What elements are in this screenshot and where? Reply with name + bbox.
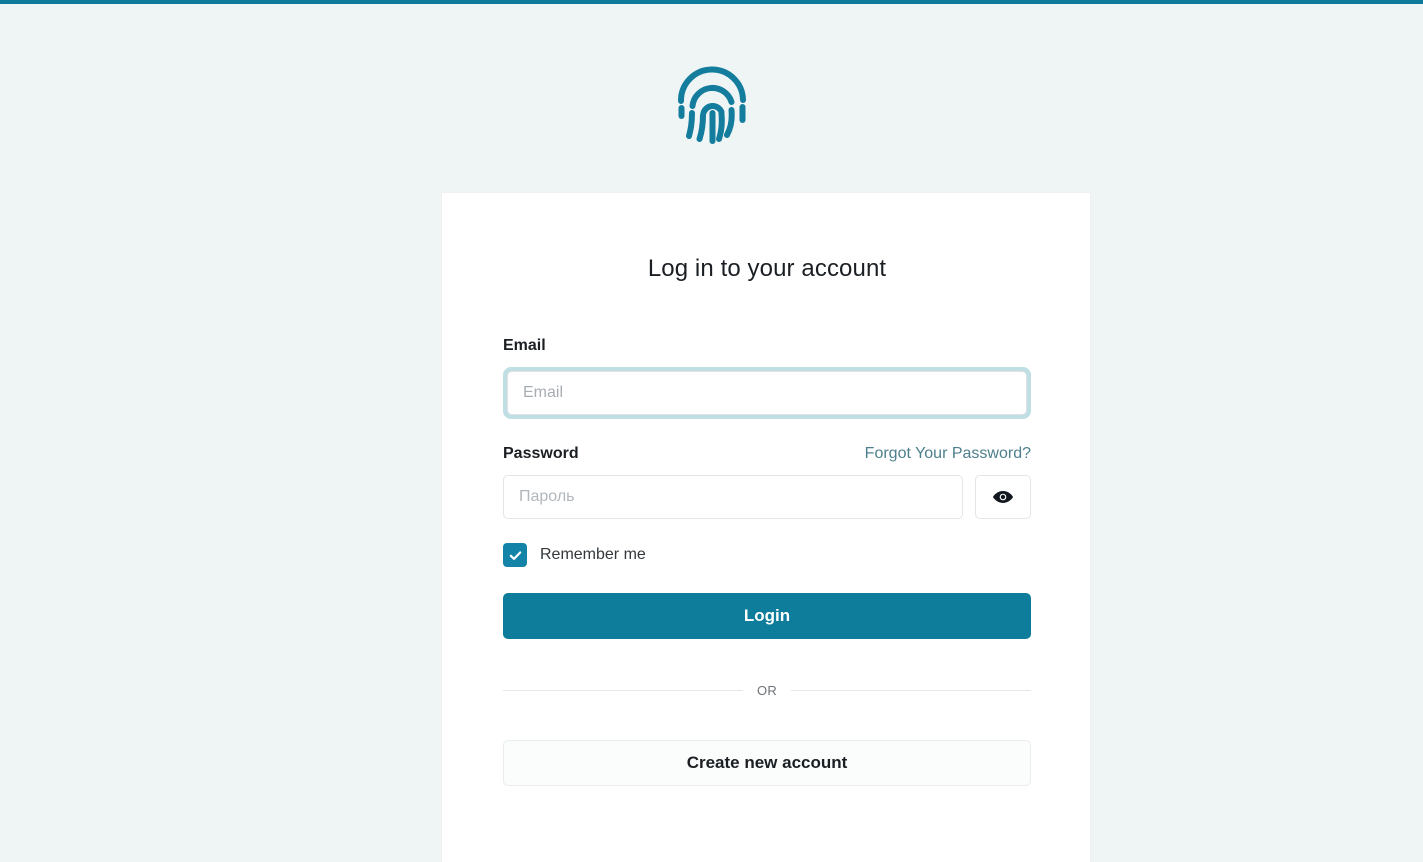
logo-area (0, 52, 1423, 144)
divider-label: OR (756, 683, 778, 698)
login-button[interactable]: Login (503, 593, 1031, 639)
eye-icon (992, 491, 1014, 503)
remember-me-row[interactable]: Remember me (503, 543, 1031, 567)
page-title: Log in to your account (647, 255, 887, 282)
password-field-group (503, 475, 1031, 519)
top-accent-bar (0, 0, 1423, 4)
or-divider: OR (503, 683, 1032, 698)
divider-line-left (503, 690, 743, 691)
login-card: Log in to your account Email Password Fo… (441, 192, 1091, 862)
password-header: Password Forgot Your Password? (503, 445, 1031, 463)
password-label: Password (503, 445, 579, 462)
login-form: Log in to your account Email Password Fo… (503, 193, 1032, 786)
forgot-password-link[interactable]: Forgot Your Password? (865, 445, 1031, 463)
password-input[interactable] (503, 475, 963, 519)
email-field-group: Email (503, 337, 1031, 419)
email-input[interactable] (507, 371, 1027, 415)
remember-me-label[interactable]: Remember me (540, 546, 646, 564)
divider-line-right (791, 690, 1032, 691)
remember-me-checkbox[interactable] (503, 543, 527, 567)
toggle-password-visibility-button[interactable] (975, 475, 1031, 519)
create-new-account-button[interactable]: Create new account (503, 740, 1031, 786)
email-focus-ring (503, 367, 1031, 419)
checkmark-icon (509, 550, 521, 560)
email-label: Email (503, 337, 546, 354)
fingerprint-icon (677, 66, 746, 144)
